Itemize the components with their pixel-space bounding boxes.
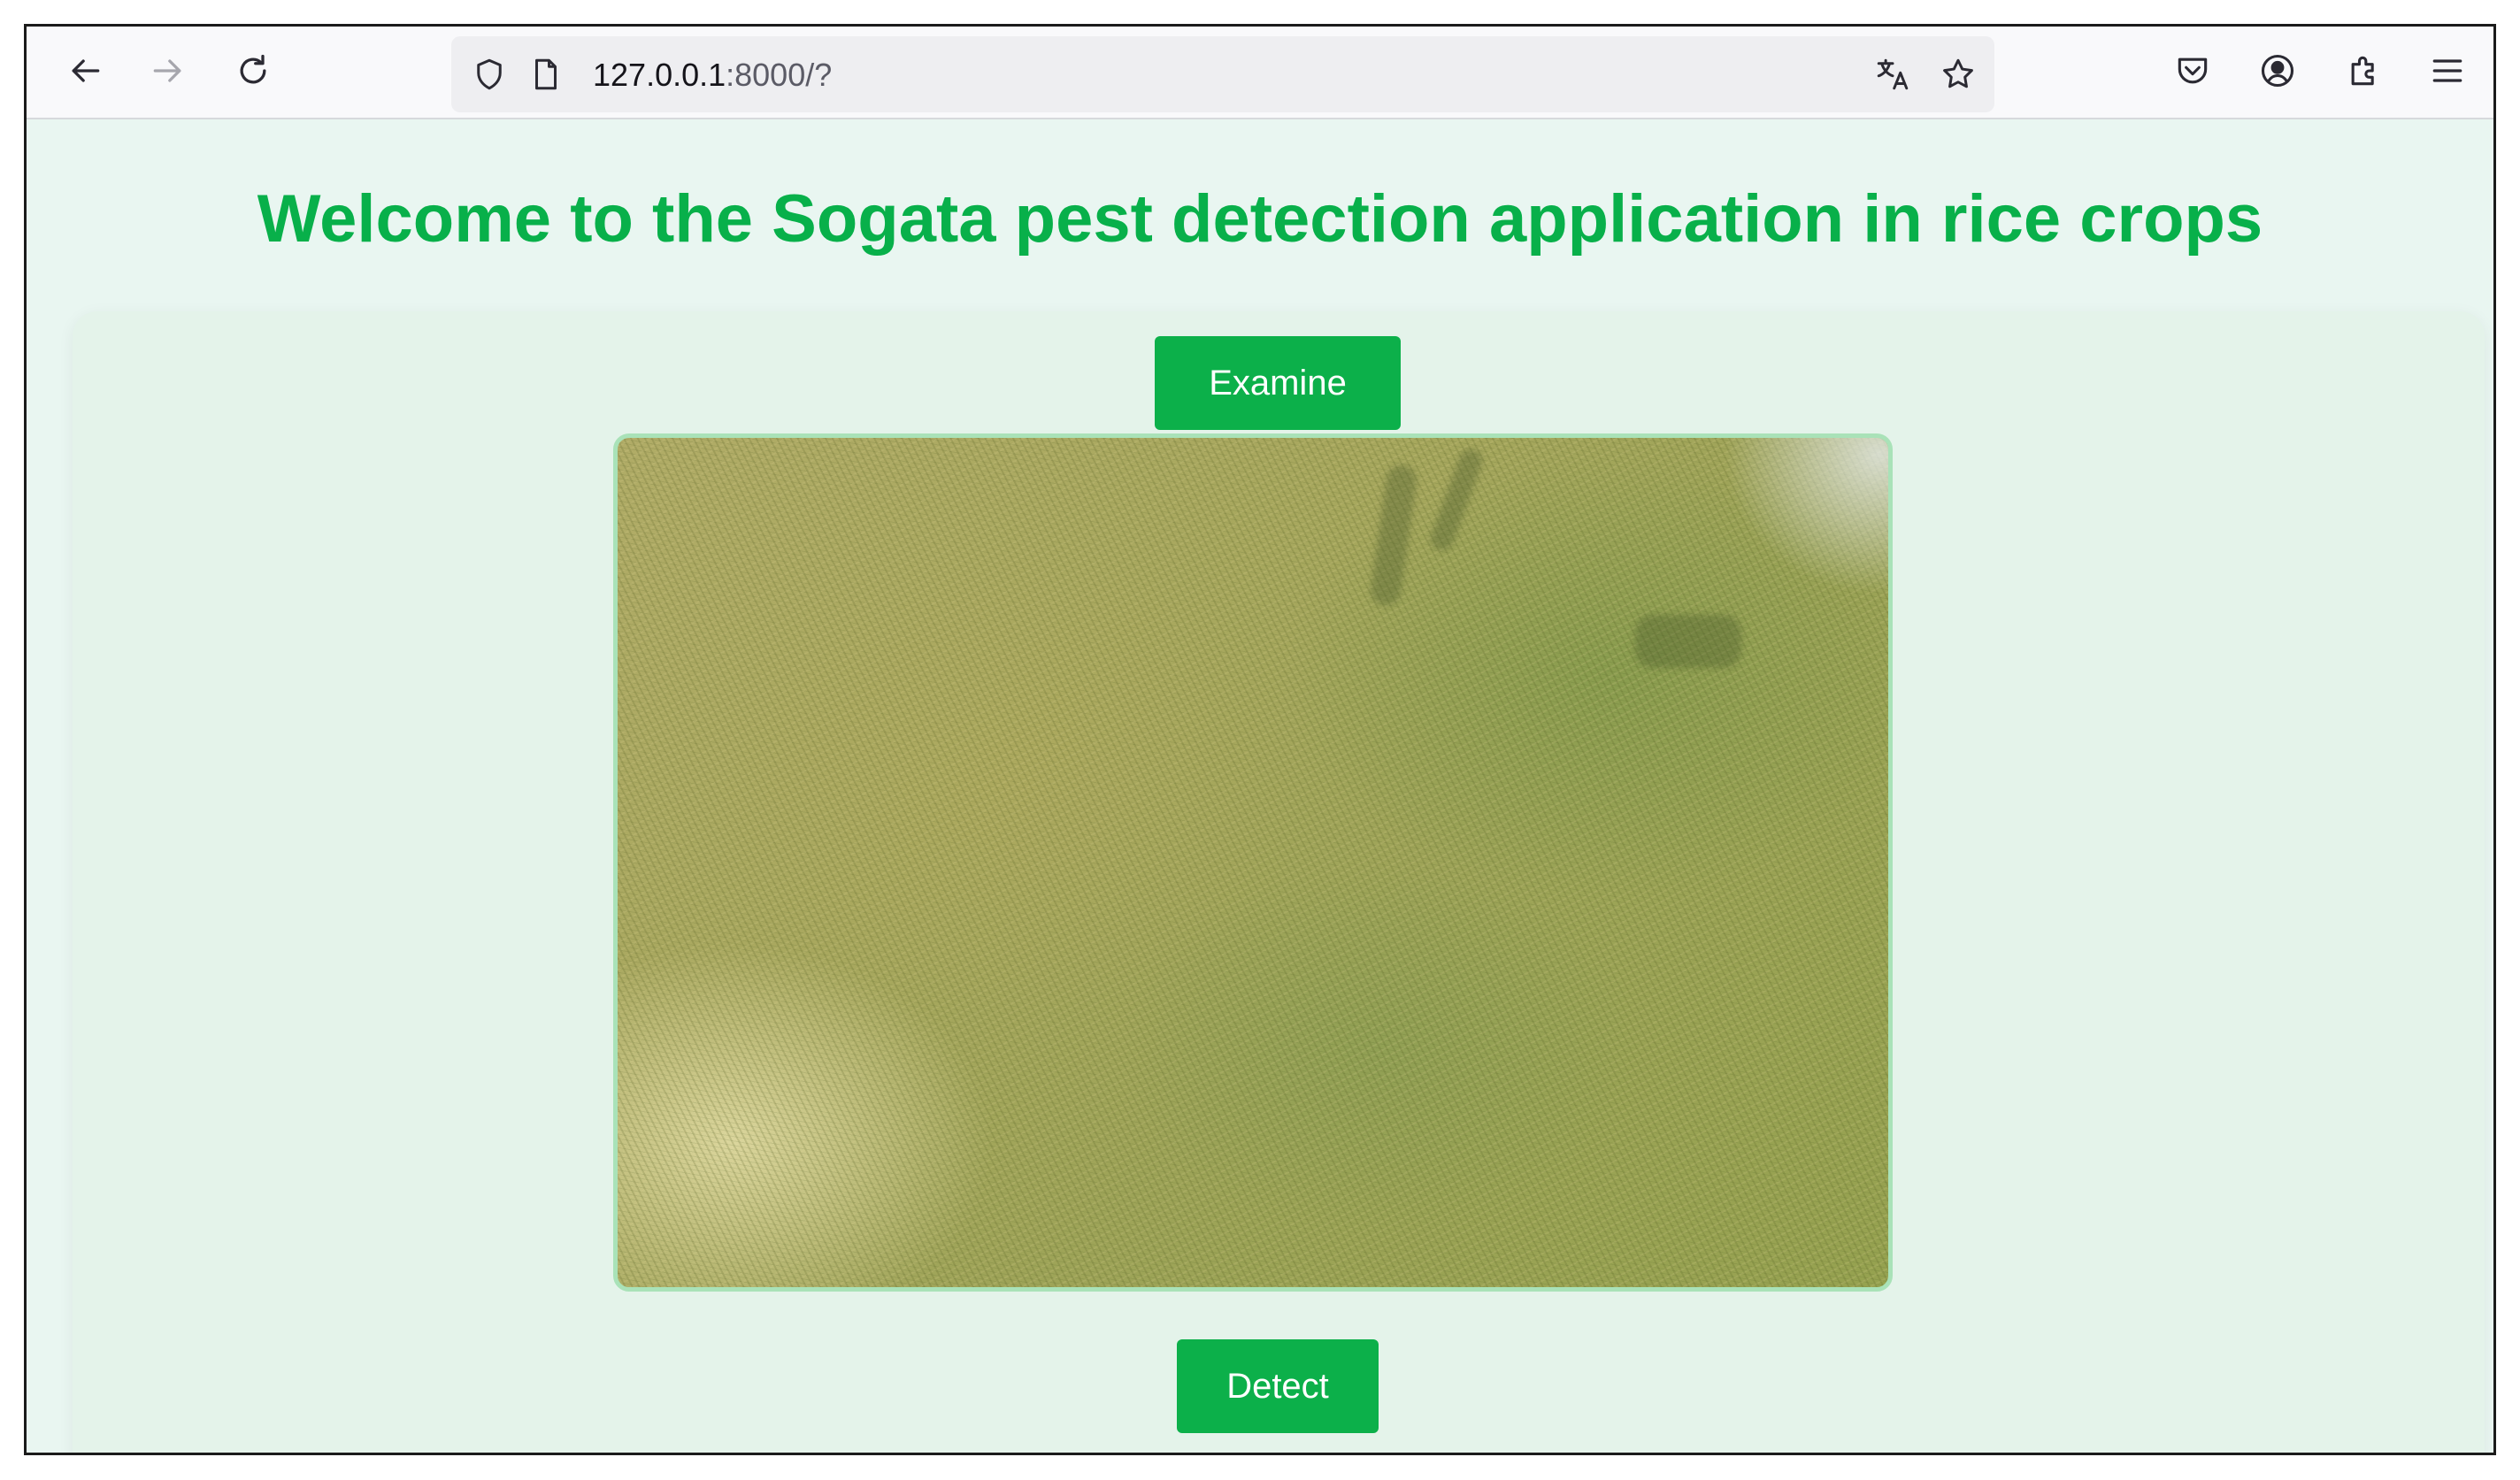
page-icon[interactable]	[526, 54, 566, 95]
translate-icon[interactable]	[1872, 54, 1913, 95]
back-arrow-icon[interactable]	[60, 46, 110, 96]
address-bar[interactable]: 127.0.0.1:8000/?	[451, 36, 1994, 112]
browser-toolbar: 127.0.0.1:8000/?	[27, 27, 2493, 119]
star-icon[interactable]	[1938, 54, 1978, 95]
url-host: 127.0.0.1	[593, 57, 726, 93]
reload-icon[interactable]	[228, 46, 278, 96]
uploaded-rice-field-image	[613, 433, 1893, 1292]
page-title: Welcome to the Sogata pest detection app…	[257, 181, 2263, 257]
browser-window: 127.0.0.1:8000/? Welcome to the Sogata p…	[24, 24, 2496, 1455]
detect-button[interactable]: Detect	[1177, 1339, 1379, 1433]
shield-icon[interactable]	[469, 54, 510, 95]
url-text[interactable]: 127.0.0.1:8000/?	[593, 56, 832, 95]
image-dark-patch	[1635, 615, 1741, 668]
account-icon[interactable]	[2253, 46, 2302, 96]
image-glare	[1711, 438, 1888, 606]
menu-icon[interactable]	[2423, 46, 2472, 96]
forward-arrow-icon[interactable]	[143, 46, 193, 96]
pocket-icon[interactable]	[2168, 46, 2217, 96]
url-path: :8000/?	[726, 57, 833, 93]
image-texture	[618, 438, 1888, 1287]
extensions-icon[interactable]	[2339, 46, 2389, 96]
examine-button[interactable]: Examine	[1155, 336, 1401, 430]
